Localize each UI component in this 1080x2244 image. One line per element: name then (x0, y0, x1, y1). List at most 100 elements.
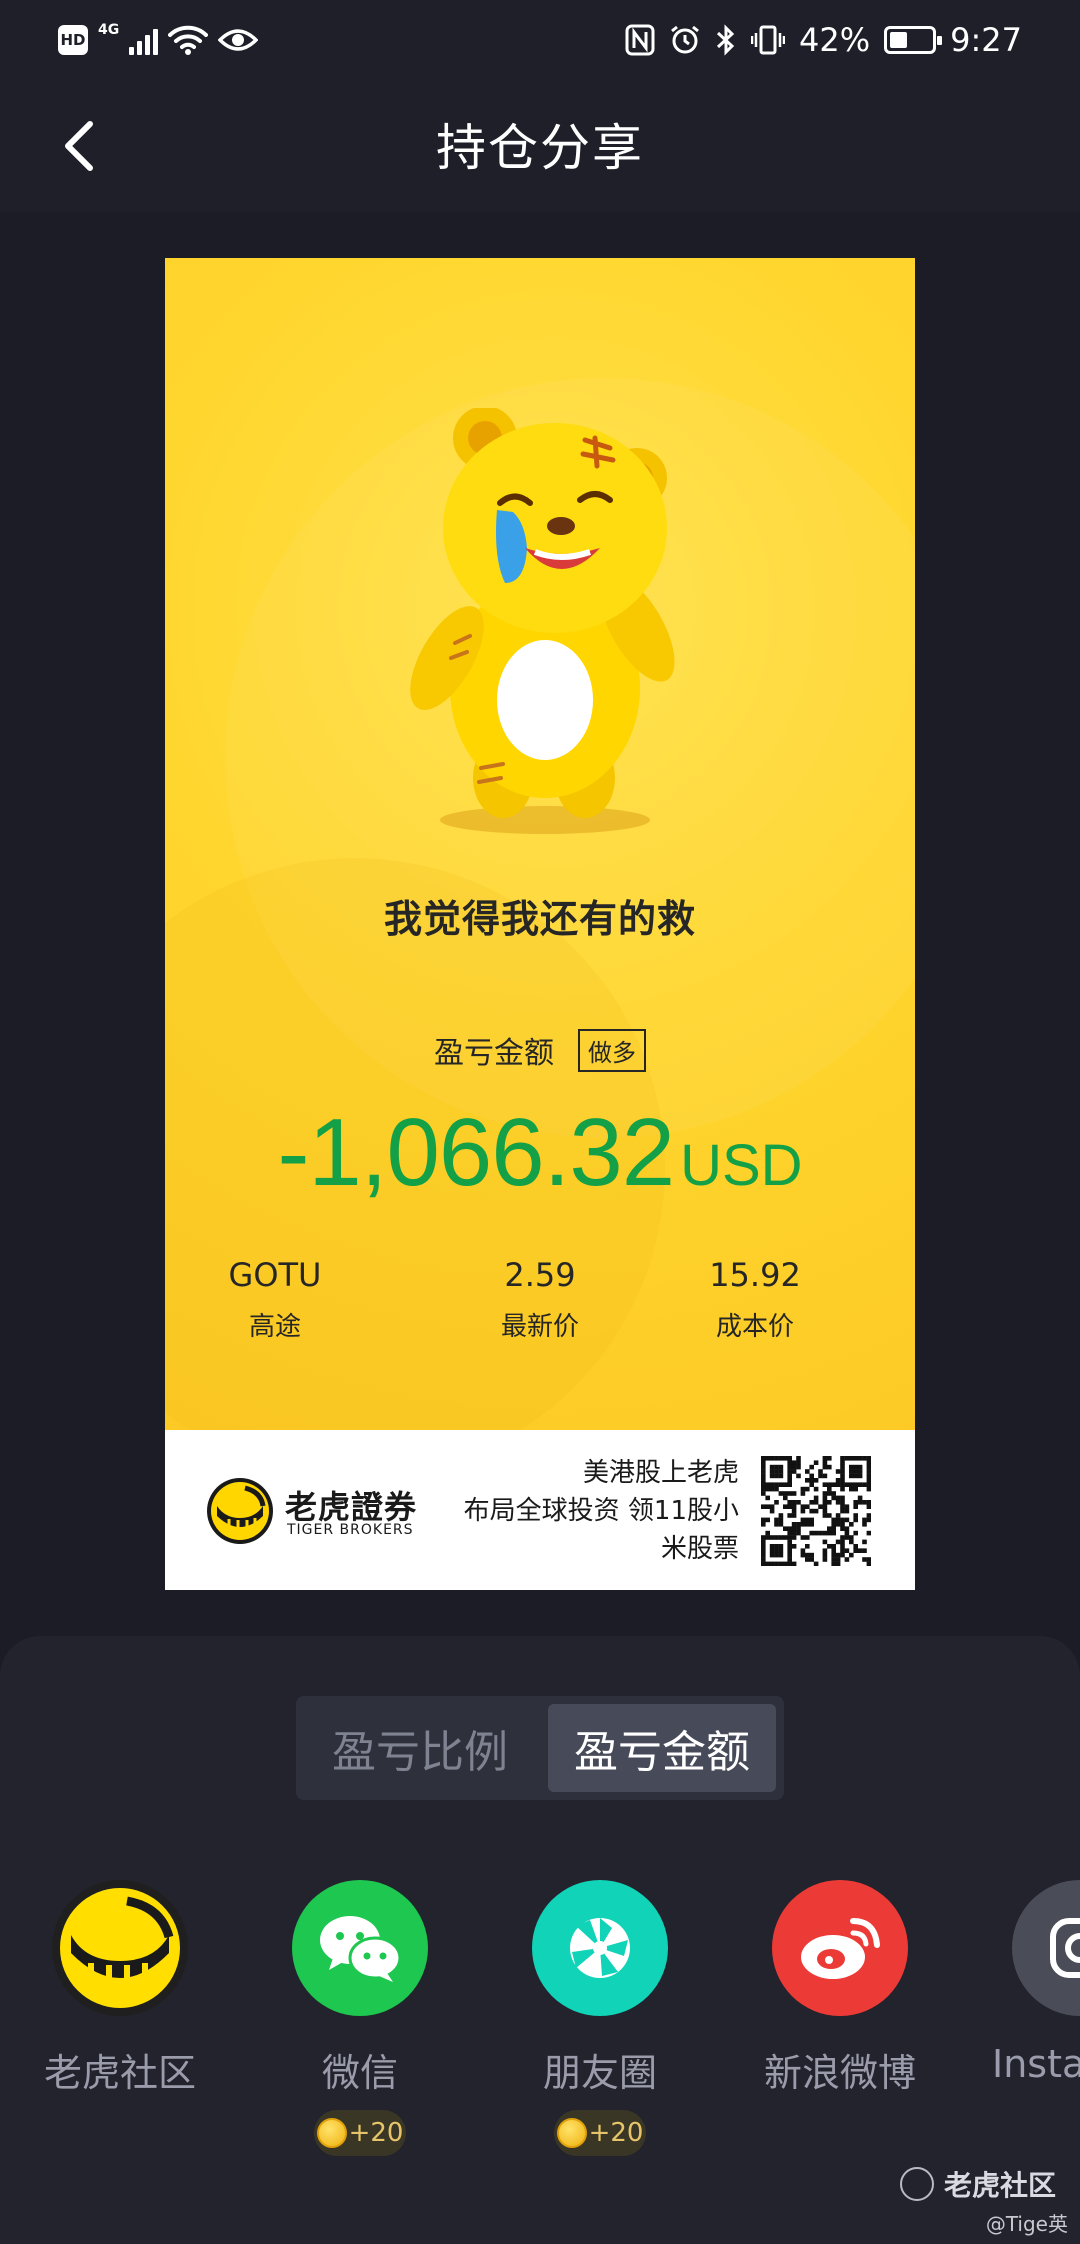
qr-module (778, 1482, 784, 1487)
qr-module (822, 1456, 828, 1461)
qr-module (774, 1464, 779, 1470)
instagram-icon (1012, 1880, 1080, 2016)
qr-module (831, 1491, 836, 1496)
qr-module (769, 1535, 775, 1540)
tab-pl-ratio[interactable]: 盈亏比例 (304, 1704, 536, 1792)
qr-module (862, 1456, 867, 1461)
qr-module (774, 1486, 779, 1492)
qr-module (800, 1486, 806, 1492)
qr-module (761, 1478, 766, 1483)
qr-module (866, 1557, 871, 1562)
qr-module (778, 1513, 784, 1518)
qr-module (840, 1456, 845, 1461)
qr-module (813, 1530, 819, 1536)
crying-tiger-mascot (410, 408, 675, 834)
qr-module (849, 1464, 854, 1470)
qr-module (765, 1456, 770, 1461)
qr-module (853, 1548, 858, 1553)
qr-module (818, 1504, 823, 1509)
qr-module (866, 1469, 871, 1474)
qr-module (862, 1539, 867, 1545)
qr-module (791, 1522, 797, 1527)
qr-module (822, 1500, 828, 1505)
clock: 9:27 (950, 21, 1022, 59)
qr-module (787, 1500, 792, 1505)
qr-module (791, 1464, 797, 1470)
qr-module (774, 1522, 779, 1527)
qr-module (835, 1478, 841, 1483)
qr-module (835, 1552, 841, 1558)
qr-module (827, 1526, 832, 1531)
qr-module (831, 1557, 836, 1562)
qr-module (857, 1548, 863, 1553)
qr-module (835, 1522, 841, 1527)
qr-module (844, 1456, 850, 1461)
qr-module (809, 1517, 814, 1523)
qr-module (765, 1504, 770, 1509)
qr-module (822, 1552, 828, 1558)
qr-module (862, 1557, 867, 1562)
qr-module (809, 1464, 814, 1470)
qr-module (831, 1530, 836, 1536)
qr-module (835, 1517, 841, 1523)
qr-module (831, 1526, 836, 1531)
qr-module (791, 1500, 797, 1505)
qr-module (774, 1517, 779, 1523)
tab-pl-amount[interactable]: 盈亏金额 (548, 1704, 776, 1792)
qr-module (778, 1522, 784, 1527)
qr-module (805, 1557, 810, 1562)
signal-icon (129, 25, 159, 55)
qr-module (840, 1469, 845, 1474)
qr-module (844, 1535, 850, 1540)
qr-module (853, 1469, 858, 1474)
qr-module (866, 1513, 871, 1518)
qr-module (866, 1500, 871, 1505)
qr-module (862, 1500, 867, 1505)
brand-name-en: TIGER BROKERS (287, 1522, 414, 1538)
qr-module (791, 1513, 797, 1518)
qr-module (761, 1539, 766, 1545)
qr-module (761, 1504, 766, 1509)
qr-module (818, 1530, 823, 1536)
pl-label: 盈亏金额 (434, 1036, 554, 1071)
stat-value: GOTU (228, 1256, 322, 1294)
qr-module (862, 1517, 867, 1523)
qr-module (800, 1504, 806, 1509)
qr-module (840, 1517, 845, 1523)
qr-module (783, 1504, 788, 1509)
bluetooth-icon (716, 24, 735, 56)
qr-module (796, 1464, 801, 1470)
status-left: HD 4G (58, 20, 259, 60)
tiger-community-icon (52, 1880, 188, 2016)
qr-module (818, 1469, 823, 1474)
qr-module (787, 1513, 792, 1518)
qr-module (778, 1456, 784, 1461)
qr-module (769, 1482, 775, 1487)
qr-module (813, 1486, 819, 1492)
qr-module (822, 1482, 828, 1487)
qr-module (791, 1504, 797, 1509)
qr-module (805, 1544, 810, 1549)
qr-module (761, 1517, 766, 1523)
qr-module (783, 1482, 788, 1487)
qr-module (809, 1557, 814, 1562)
qr-module (840, 1508, 845, 1514)
qr-module (787, 1491, 792, 1496)
qr-module (787, 1482, 792, 1487)
qr-module (769, 1508, 775, 1514)
qr-module (800, 1535, 806, 1540)
stat-label: 成本价 (715, 1312, 794, 1342)
qr-module (787, 1456, 792, 1461)
qr-module (774, 1544, 779, 1549)
qr-module (791, 1535, 797, 1540)
qr-module (809, 1508, 814, 1514)
weibo-icon (772, 1880, 908, 2016)
qr-module (765, 1530, 770, 1536)
qr-module (787, 1557, 792, 1562)
qr-module (822, 1530, 828, 1536)
qr-module (853, 1544, 858, 1549)
qr-module (783, 1535, 788, 1540)
screen: HD 4G 42% 9:27 持仓分享 我觉得我还有的救 盈亏金额 做多 -1,… (0, 0, 1080, 2244)
qr-module (835, 1482, 841, 1487)
qr-module (783, 1561, 788, 1566)
